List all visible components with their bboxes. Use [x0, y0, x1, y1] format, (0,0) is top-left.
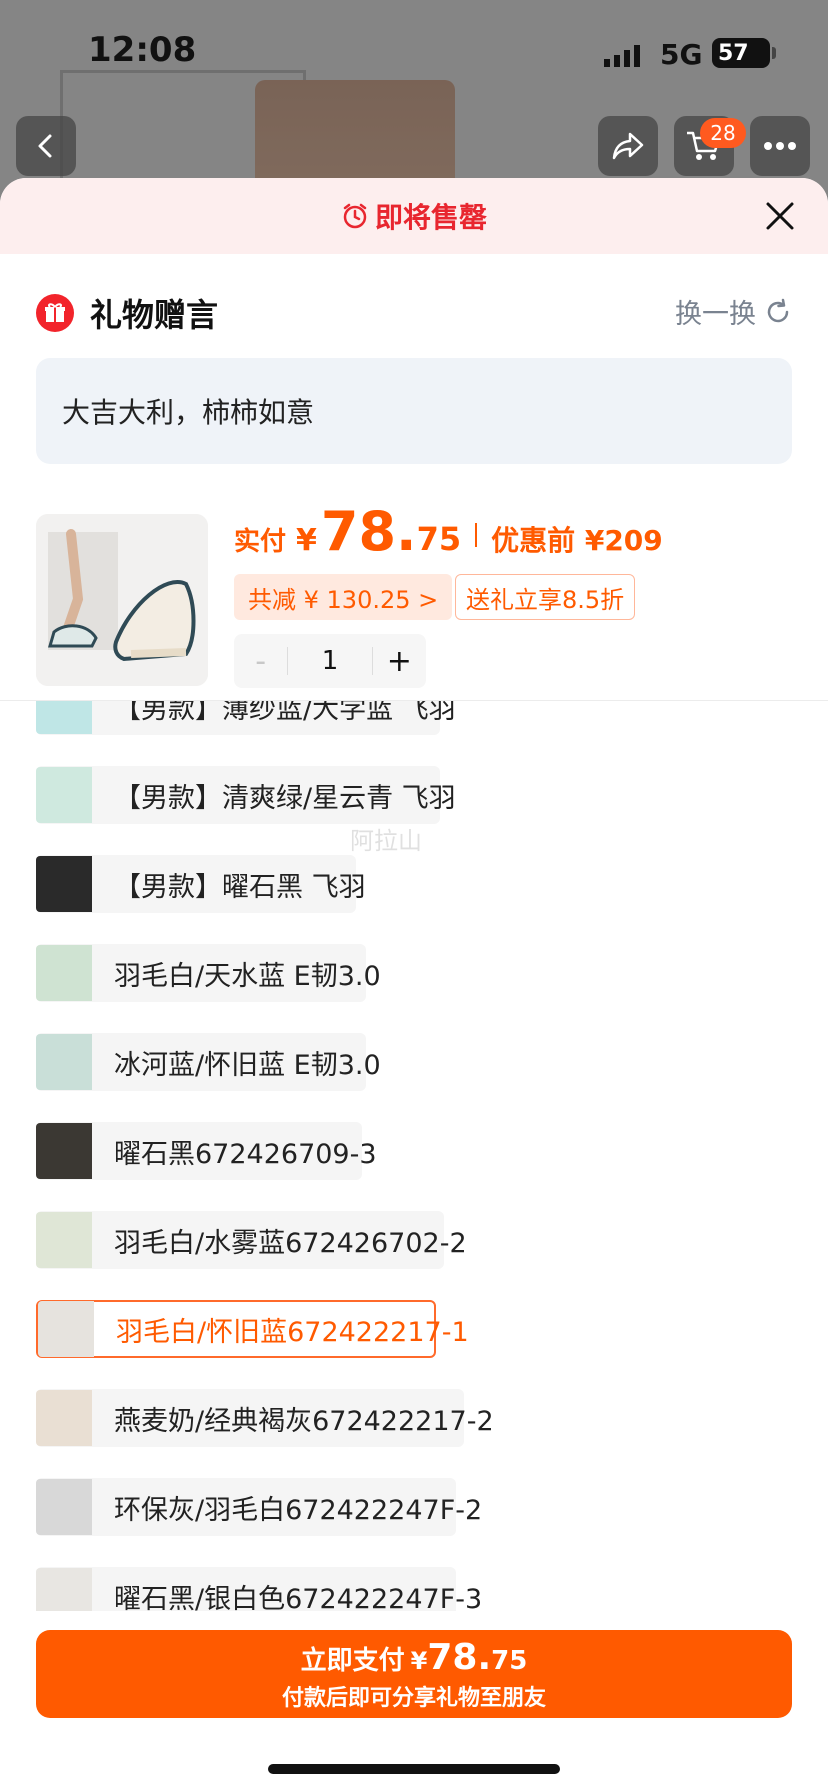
pay-subtitle: 付款后即可分享礼物至朋友 [281, 1685, 546, 1711]
chevron-left-icon [38, 134, 52, 158]
increase-quantity-button[interactable]: + [373, 634, 426, 688]
price-decimal: 75 [416, 520, 462, 558]
more-button[interactable] [750, 116, 810, 176]
gift-icon [36, 294, 74, 332]
gift-discount-tag: 送礼立享8.5折 [455, 574, 636, 620]
variant-option[interactable]: 羽毛白/水雾蓝672426702-2 [36, 1211, 467, 1269]
price-before-discount: 优惠前 ¥209 [491, 524, 663, 557]
variant-name: 燕麦奶/经典褐灰672422217-2 [114, 1405, 494, 1437]
price-divider [475, 523, 478, 547]
status-time: 12:08 [88, 30, 197, 70]
pay-decimal: 75 [491, 1645, 528, 1676]
sell-out-banner: 即将售罄 [0, 178, 828, 254]
price-line: 实付 ¥ 78. 75 优惠前 ¥209 [234, 500, 663, 570]
variant-option[interactable]: 曜石黑672426709-3 [36, 1122, 377, 1180]
price-prefix: 实付 [234, 527, 287, 557]
pay-label: 立即支付 [300, 1645, 405, 1676]
variant-name: 【男款】曜石黑 飞羽 [114, 871, 366, 903]
pay-now-button[interactable]: 立即支付 ¥ 78. 75 付款后即可分享礼物至朋友 [36, 1630, 792, 1718]
variant-option[interactable]: 环保灰/羽毛白672422247F-2 [36, 1478, 482, 1536]
close-icon[interactable] [762, 198, 798, 234]
variant-option[interactable]: 【男款】清爽绿/星云青 飞羽 [36, 766, 456, 824]
signal-icon [604, 45, 640, 67]
price-integer: 78. [320, 500, 417, 563]
watermark: 阿拉山 [350, 827, 422, 855]
variant-thumbnail [36, 767, 92, 823]
variant-option[interactable]: 燕麦奶/经典褐灰672422217-2 [36, 1389, 494, 1447]
gift-message-title: 礼物赠言 [90, 296, 219, 334]
variant-thumbnail [36, 1390, 92, 1446]
price-currency: ¥ [296, 523, 317, 558]
gift-message-text: 大吉大利，柿柿如意 [62, 396, 315, 429]
share-icon [612, 132, 644, 160]
variant-thumbnail [36, 945, 92, 1001]
gift-purchase-sheet: 即将售罄 礼物赠言 换一换 大吉大利，柿柿如意 实付 ¥ 78. 75 优惠前 … [0, 178, 828, 1792]
pay-price-line: 立即支付 ¥ 78. 75 [301, 1637, 528, 1678]
variant-list[interactable]: 阿拉山 【男款】薄纱蓝/大学蓝 飞羽【男款】清爽绿/星云青 飞羽 【男款】曜石黑 … [0, 701, 828, 1611]
pay-integer: 78. [427, 1636, 492, 1678]
variant-name: 【男款】薄纱蓝/大学蓝 飞羽 [114, 701, 456, 725]
variant-name: 羽毛白/天水蓝 E韧3.0 [114, 960, 381, 992]
share-button[interactable] [598, 116, 658, 176]
variant-option[interactable]: 羽毛白/天水蓝 E韧3.0 [36, 944, 381, 1002]
status-bar: 12:08 5G 57 [0, 0, 828, 100]
cart-count-badge: 28 [700, 118, 746, 148]
variant-option[interactable]: 冰河蓝/怀旧蓝 E韧3.0 [36, 1033, 381, 1091]
variant-thumbnail [36, 1568, 92, 1611]
decrease-quantity-button[interactable]: - [234, 634, 287, 688]
variant-name: 曜石黑/银白色672422247F-3 [114, 1583, 483, 1612]
pay-currency: ¥ [410, 1646, 428, 1675]
variant-name: 曜石黑672426709-3 [114, 1138, 377, 1170]
alarm-clock-icon [343, 203, 367, 229]
gift-message-box[interactable]: 大吉大利，柿柿如意 [36, 358, 792, 464]
variant-option[interactable]: 羽毛白/怀旧蓝672422217-1 [36, 1300, 469, 1358]
variant-thumbnail [36, 1212, 92, 1268]
variant-thumbnail [38, 1301, 94, 1357]
shoe-image [36, 514, 208, 686]
change-message-button[interactable]: 换一换 [675, 292, 792, 331]
back-button[interactable] [16, 116, 76, 176]
gift-box-icon [45, 303, 65, 322]
sell-out-text: 即将售罄 [374, 201, 487, 234]
product-thumbnail[interactable] [36, 514, 208, 686]
variant-name: 羽毛白/水雾蓝672426702-2 [114, 1227, 467, 1259]
variant-name: 羽毛白/怀旧蓝672422217-1 [116, 1316, 469, 1348]
network-type: 5G [660, 38, 703, 71]
variant-option[interactable]: 【男款】薄纱蓝/大学蓝 飞羽 [36, 701, 456, 735]
more-dots-icon [764, 142, 796, 150]
variant-name: 【男款】清爽绿/星云青 飞羽 [114, 782, 456, 814]
variant-thumbnail [36, 856, 92, 912]
battery-icon: 57 [712, 38, 776, 68]
variant-option[interactable]: 曜石黑/银白色672422247F-3 [36, 1567, 482, 1611]
total-discount-button[interactable]: 共减 ¥ 130.25 > [234, 574, 453, 620]
variant-thumbnail [36, 1123, 92, 1179]
change-message-label: 换一换 [675, 299, 756, 330]
variant-option[interactable]: 【男款】曜石黑 飞羽 [36, 855, 366, 913]
variant-thumbnail [36, 1479, 92, 1535]
variant-thumbnail [36, 1034, 92, 1090]
variant-name: 环保灰/羽毛白672422247F-2 [114, 1494, 483, 1526]
battery-level: 57 [718, 40, 749, 66]
quantity-value[interactable]: 1 [287, 646, 373, 676]
home-indicator[interactable] [268, 1764, 560, 1774]
variant-thumbnail [36, 701, 92, 734]
variant-name: 冰河蓝/怀旧蓝 E韧3.0 [114, 1049, 381, 1081]
quantity-stepper: - 1 + [234, 634, 426, 688]
refresh-icon [767, 298, 789, 322]
